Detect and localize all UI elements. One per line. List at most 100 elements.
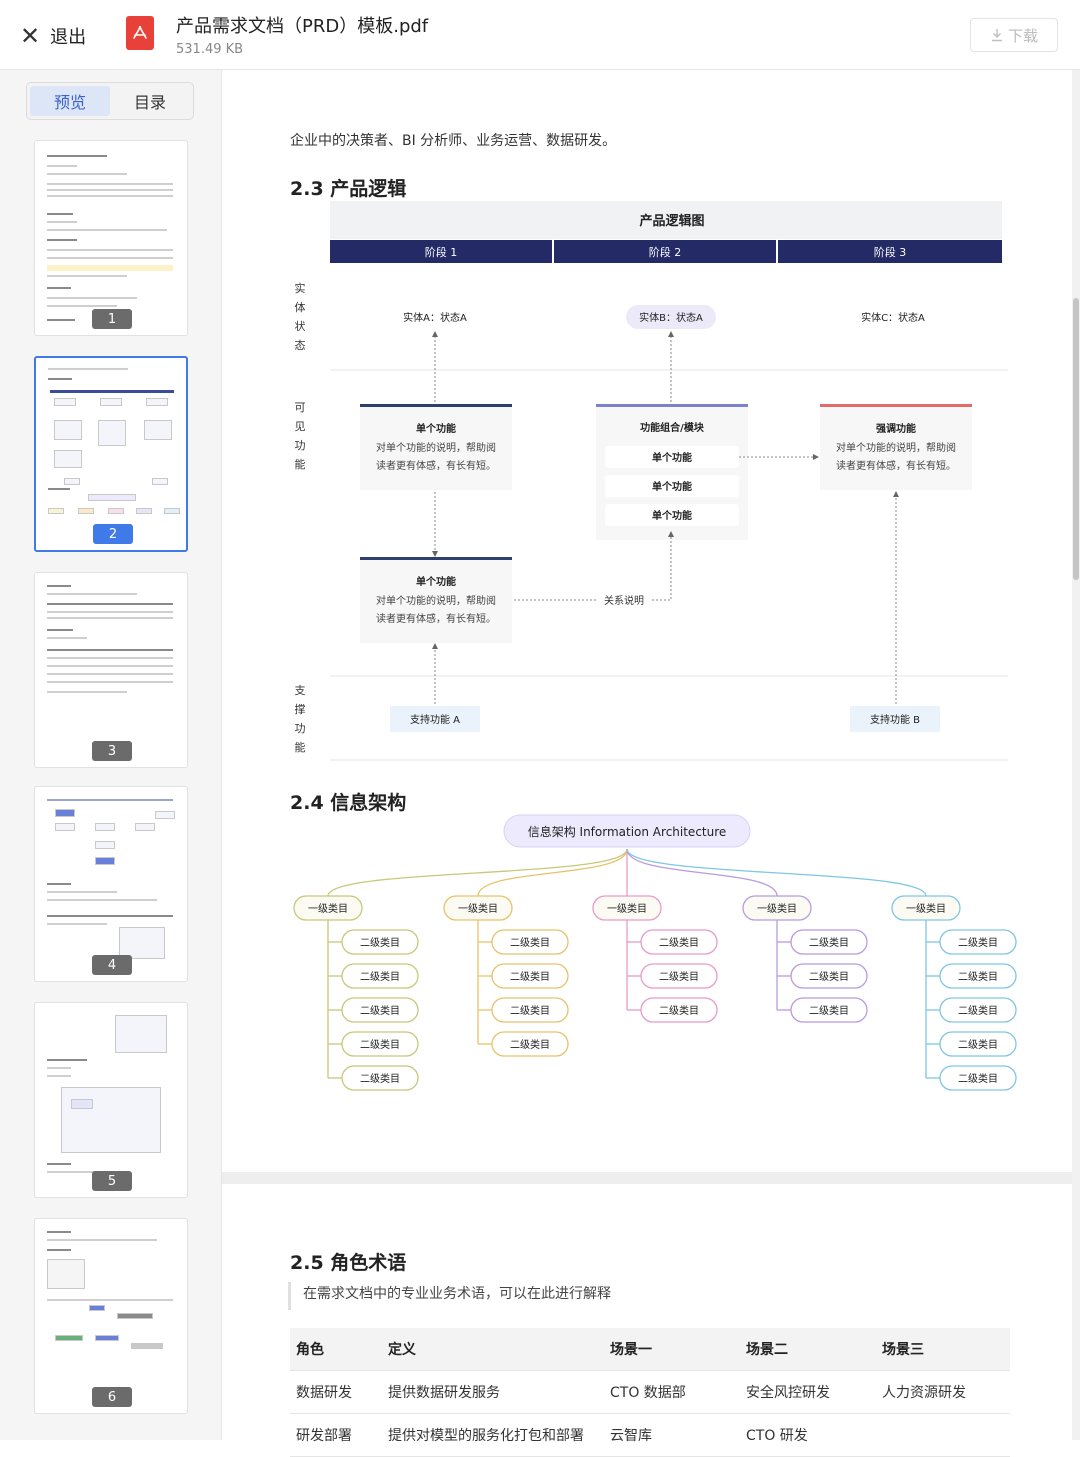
emphasis-title: 强调功能 bbox=[876, 422, 916, 435]
ia-level2-label: 二级类目 bbox=[809, 970, 849, 983]
ia-level2-label: 二级类目 bbox=[659, 970, 699, 983]
ia-connector bbox=[477, 848, 628, 897]
table-cell: 云智库 bbox=[604, 1413, 740, 1457]
table-row: 研发部署 提供对模型的服务化打包和部署 云智库 CTO 研发 bbox=[290, 1413, 1010, 1457]
ia-connector bbox=[327, 848, 628, 897]
page-number-badge: 1 bbox=[92, 309, 132, 329]
table-cell: CTO 数据部 bbox=[604, 1370, 740, 1414]
ia-level2-label: 二级类目 bbox=[958, 1072, 998, 1085]
close-icon[interactable]: ✕ bbox=[20, 24, 40, 48]
page-thumbnail-3[interactable]: 3 bbox=[34, 572, 188, 768]
vertical-scrollbar[interactable] bbox=[1072, 70, 1080, 1440]
scrollbar-thumb[interactable] bbox=[1073, 298, 1079, 580]
section-heading-information-architecture: 2.4 信息架构 bbox=[290, 792, 407, 814]
table-cell: CTO 研发 bbox=[740, 1413, 876, 1457]
row-label-char: 能 bbox=[295, 457, 306, 471]
section-heading-roles-terms: 2.5 角色术语 bbox=[290, 1252, 407, 1274]
ia-level1-label: 一级类目 bbox=[458, 902, 498, 915]
row-label-char: 撑 bbox=[295, 702, 306, 716]
ia-level2-label: 二级类目 bbox=[360, 936, 400, 949]
card-4-title: 单个功能 bbox=[416, 575, 456, 588]
table-cell: 研发部署 bbox=[290, 1413, 382, 1457]
row-label-char: 态 bbox=[295, 339, 306, 352]
ia-level1-label: 一级类目 bbox=[607, 902, 647, 915]
row-label-char: 见 bbox=[295, 420, 306, 433]
terms-note: 在需求文档中的专业业务术语，可以在此进行解释 bbox=[288, 1282, 611, 1310]
ia-level2-label: 二级类目 bbox=[510, 1038, 550, 1051]
ia-level2-label: 二级类目 bbox=[659, 1004, 699, 1017]
row-label-char: 可 bbox=[295, 401, 306, 414]
tab-preview[interactable]: 预览 bbox=[30, 86, 110, 116]
page-number-badge: 4 bbox=[92, 955, 132, 975]
row-label-visible-function: 可 见 功 能 bbox=[295, 401, 306, 471]
stage-1-label: 阶段 1 bbox=[425, 245, 458, 259]
ia-level2-label: 二级类目 bbox=[510, 970, 550, 983]
exit-label[interactable]: 退出 bbox=[50, 23, 86, 49]
logic-diagram-title: 产品逻辑图 bbox=[639, 213, 704, 229]
diagrams-svg: 产品逻辑图 阶段 1 阶段 2 阶段 3 实 体 状 态 可 见 功 能 支 撑… bbox=[293, 201, 1017, 1091]
module-item-3: 单个功能 bbox=[652, 509, 692, 522]
ia-level2-label: 二级类目 bbox=[958, 1038, 998, 1051]
top-bar: ✕ 退出 产品需求文档（PRD）模板.pdf 531.49 KB 下载 bbox=[0, 0, 1080, 70]
page-number-badge: 6 bbox=[92, 1387, 132, 1407]
ia-level1-label: 一级类目 bbox=[757, 902, 797, 915]
tab-outline[interactable]: 目录 bbox=[110, 86, 190, 116]
row-label-char: 实 bbox=[295, 281, 306, 295]
page-number-badge: 2 bbox=[93, 524, 133, 544]
download-icon bbox=[991, 29, 1002, 42]
ia-level1-label: 一级类目 bbox=[906, 902, 946, 915]
card-1-title: 单个功能 bbox=[416, 422, 456, 435]
support-b-label: 支持功能 B bbox=[870, 713, 920, 726]
ia-connector bbox=[626, 848, 778, 897]
page-thumbnail-2[interactable]: 2 bbox=[34, 356, 188, 552]
row-label-char: 功 bbox=[295, 722, 306, 735]
page-number-badge: 5 bbox=[92, 1171, 132, 1191]
ia-connector bbox=[626, 848, 927, 897]
table-cell: 提供数据研发服务 bbox=[382, 1370, 604, 1414]
entity-a-label: 实体A：状态A bbox=[403, 311, 467, 324]
exit-button[interactable]: ✕ 退出 bbox=[20, 22, 86, 50]
table-cell: 人力资源研发 bbox=[876, 1370, 1010, 1414]
module-item-2: 单个功能 bbox=[652, 480, 692, 493]
ia-level2-label: 二级类目 bbox=[809, 1004, 849, 1017]
header-definition: 定义 bbox=[382, 1328, 604, 1371]
ia-level2-label: 二级类目 bbox=[360, 970, 400, 983]
card-1-desc-2: 读者更有体感，有长有短。 bbox=[376, 459, 496, 472]
card-1-desc-1: 对单个功能的说明，帮助阅 bbox=[376, 441, 496, 454]
entity-b-label: 实体B：状态A bbox=[639, 311, 703, 324]
file-size: 531.49 KB bbox=[176, 42, 244, 57]
pdf-file-icon bbox=[126, 16, 154, 50]
header-role: 角色 bbox=[290, 1328, 382, 1371]
card-4-desc-1: 对单个功能的说明，帮助阅 bbox=[376, 594, 496, 607]
stage-2-label: 阶段 2 bbox=[649, 245, 682, 259]
header-scenario-1: 场景一 bbox=[604, 1328, 740, 1371]
card-4-desc-2: 读者更有体感，有长有短。 bbox=[376, 612, 496, 625]
row-label-char: 支 bbox=[295, 684, 306, 697]
page-thumbnail-5[interactable]: 5 bbox=[34, 1002, 188, 1198]
support-a-label: 支持功能 A bbox=[410, 713, 460, 726]
ia-level2-label: 二级类目 bbox=[809, 936, 849, 949]
ia-level2-label: 二级类目 bbox=[360, 1072, 400, 1085]
header-scenario-3: 场景三 bbox=[876, 1328, 1010, 1371]
row-label-char: 体 bbox=[295, 300, 306, 314]
emphasis-desc-1: 对单个功能的说明，帮助阅 bbox=[836, 441, 956, 454]
view-switcher: 预览 目录 bbox=[26, 82, 194, 120]
terms-table: 角色 定义 场景一 场景二 场景三 数据研发 提供数据研发服务 CTO 数据部 … bbox=[290, 1328, 1010, 1457]
page-thumbnail-1[interactable]: 1 bbox=[34, 140, 188, 336]
table-cell: 安全风控研发 bbox=[740, 1370, 876, 1414]
page-number-badge: 3 bbox=[92, 741, 132, 761]
module-title: 功能组合/模块 bbox=[640, 421, 705, 434]
emphasis-desc-2: 读者更有体感，有长有短。 bbox=[836, 459, 956, 472]
terms-header-row: 角色 定义 场景一 场景二 场景三 bbox=[290, 1328, 1010, 1371]
row-label-entity-state: 实 体 状 态 bbox=[295, 281, 306, 352]
document-viewer[interactable]: 企业中的决策者、BI 分析师、业务运营、数据研发。 2.3 产品逻辑 产品逻辑图… bbox=[222, 70, 1080, 1457]
header-scenario-2: 场景二 bbox=[740, 1328, 876, 1371]
page-thumbnail-6[interactable]: 6 bbox=[34, 1218, 188, 1414]
download-button[interactable]: 下载 bbox=[970, 18, 1058, 52]
file-name: 产品需求文档（PRD）模板.pdf bbox=[176, 16, 429, 37]
table-cell: 数据研发 bbox=[290, 1370, 382, 1414]
ia-level2-label: 二级类目 bbox=[958, 1004, 998, 1017]
page-thumbnail-4[interactable]: 4 bbox=[34, 786, 188, 982]
ia-level2-label: 二级类目 bbox=[510, 1004, 550, 1017]
thumbnail-sidebar: 预览 目录 1 2 3 4 5 6 bbox=[0, 70, 222, 1440]
